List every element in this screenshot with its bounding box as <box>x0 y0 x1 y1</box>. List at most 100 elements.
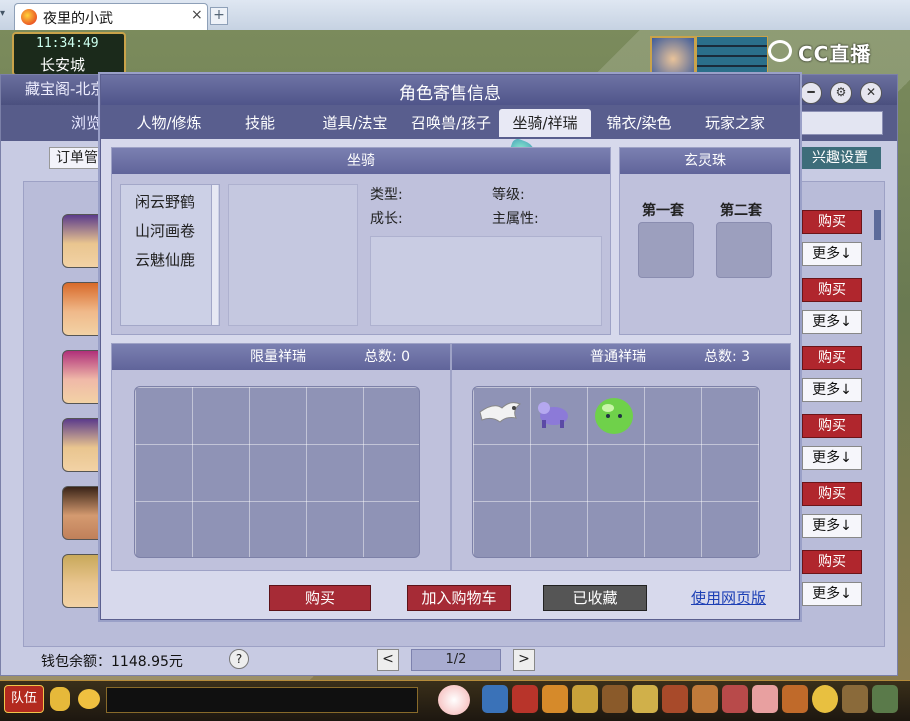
listing-avatar[interactable] <box>62 418 104 472</box>
game-taskbar: 队伍 <box>0 680 910 721</box>
wallet-balance: 钱包余额：1148.95元 <box>41 654 183 670</box>
limited-panel-title: 限量祥瑞 <box>250 349 306 365</box>
back-window-title: 藏宝阁-北京 <box>25 80 106 98</box>
pearl-panel-title: 玄灵珠 <box>620 148 790 174</box>
listing-avatar[interactable] <box>62 350 104 404</box>
game-favicon-icon <box>21 9 37 25</box>
mount-list-item[interactable]: 山河画卷 <box>135 220 195 241</box>
mount-panel-title: 坐骑 <box>112 148 610 174</box>
skill-icon[interactable] <box>542 685 568 713</box>
mount-list-scrollbar[interactable] <box>211 185 218 325</box>
listing-scrollbar[interactable] <box>874 210 881 240</box>
favorited-button[interactable]: 已收藏 <box>543 585 647 611</box>
row-buy-button[interactable]: 购买 <box>802 278 862 302</box>
mount-detail-box <box>370 236 602 326</box>
limited-total: 总数: 0 <box>364 349 411 365</box>
interest-settings-button[interactable]: 兴趣设置 <box>799 147 881 169</box>
white-crane-item[interactable] <box>476 392 524 436</box>
emoji-icon[interactable] <box>78 689 100 709</box>
normal-auspicious-panel: 普通祥瑞 总数: 3 <box>451 343 791 571</box>
dialog-header: 角色寄售信息 <box>101 75 799 105</box>
normal-total: 总数: 3 <box>704 349 751 365</box>
mount-list-item[interactable]: 闲云野鹤 <box>135 191 195 212</box>
row-buy-button[interactable]: 购买 <box>802 550 862 574</box>
settings-gear-icon[interactable]: ⚙ <box>830 82 852 104</box>
add-to-cart-button[interactable]: 加入购物车 <box>407 585 511 611</box>
listing-avatar[interactable] <box>62 282 104 336</box>
row-buy-button[interactable]: 购买 <box>802 210 862 234</box>
team-button[interactable]: 队伍 <box>4 685 44 713</box>
row-buy-button[interactable]: 购买 <box>802 346 862 370</box>
buy-button[interactable]: 购买 <box>269 585 371 611</box>
help-icon[interactable]: ? <box>229 649 249 669</box>
shop-icon[interactable] <box>782 685 808 713</box>
green-slime-item[interactable] <box>590 390 638 438</box>
pearl-set2-label: 第二套 <box>720 203 762 219</box>
next-page-button[interactable]: > <box>513 649 535 671</box>
tab-items[interactable]: 道具/法宝 <box>311 109 399 137</box>
use-web-version-link[interactable]: 使用网页版 <box>691 587 766 608</box>
browser-tab[interactable]: 夜里的小武 × <box>14 3 208 31</box>
prev-page-button[interactable]: < <box>377 649 399 671</box>
game-time: 11:34:49 <box>36 36 99 51</box>
tab-outfits[interactable]: 锦衣/染色 <box>597 109 681 137</box>
task-icon[interactable] <box>572 685 598 713</box>
smiley-icon[interactable] <box>812 685 838 713</box>
microphone-icon[interactable] <box>50 687 70 711</box>
row-more-button[interactable]: 更多↓ <box>802 242 862 266</box>
pearl-set1-slot[interactable] <box>638 222 694 278</box>
peach-icon[interactable] <box>752 685 778 713</box>
mount-level-label: 等级: <box>492 187 525 203</box>
mount-list-item[interactable]: 云魅仙鹿 <box>135 249 195 270</box>
row-more-button[interactable]: 更多↓ <box>802 310 862 334</box>
chat-input[interactable] <box>106 687 418 713</box>
dialog-tabs: 人物/修炼 技能 道具/法宝 召唤兽/孩子 坐骑/祥瑞 锦衣/染色 玩家之家 <box>101 105 799 139</box>
guild-icon[interactable] <box>632 685 658 713</box>
system-icon[interactable] <box>842 685 868 713</box>
window-close-icon[interactable]: ✕ <box>860 82 882 104</box>
row-more-button[interactable]: 更多↓ <box>802 514 862 538</box>
tab-title: 夜里的小武 <box>43 11 113 27</box>
tab-mounts[interactable]: 坐骑/祥瑞 <box>499 109 591 137</box>
row-buy-button[interactable]: 购买 <box>802 414 862 438</box>
minimize-icon[interactable]: ━ <box>800 82 822 104</box>
tab-skills[interactable]: 技能 <box>227 109 293 137</box>
listing-avatar[interactable] <box>62 554 104 608</box>
action-icon[interactable] <box>482 685 508 713</box>
player-status-bars <box>696 36 768 78</box>
limited-panel-header: 限量祥瑞 总数: 0 <box>112 344 450 370</box>
tab-close-button[interactable]: × <box>191 7 203 23</box>
tab-list-dropdown-icon[interactable]: ▾ <box>0 8 10 22</box>
listing-avatar[interactable] <box>62 214 104 268</box>
mount-panel: 坐骑 闲云野鹤 山河画卷 云魅仙鹿 类型: 等级: 成长: 主属性: <box>111 147 611 335</box>
purple-beast-item[interactable] <box>532 394 576 434</box>
row-buy-button[interactable]: 购买 <box>802 482 862 506</box>
mail-icon[interactable] <box>692 685 718 713</box>
friends-icon[interactable] <box>662 685 688 713</box>
listing-avatar[interactable] <box>62 486 104 540</box>
tab-character[interactable]: 人物/修炼 <box>121 109 217 137</box>
tab-pets[interactable]: 召唤兽/孩子 <box>403 109 499 137</box>
pet-mascot-icon[interactable] <box>438 685 470 715</box>
normal-panel-title: 普通祥瑞 <box>590 349 646 365</box>
bag-icon[interactable] <box>512 685 538 713</box>
limited-item-grid[interactable] <box>134 386 420 558</box>
mount-main-attr-label: 主属性: <box>492 211 539 227</box>
minimap-clock[interactable]: 11:34:49 长安城 <box>12 32 126 76</box>
city-name: 长安城 <box>40 56 86 74</box>
page-indicator: 1/2 <box>411 649 501 671</box>
bell-icon[interactable] <box>722 685 748 713</box>
nav-browse[interactable]: 浏览 <box>71 112 101 133</box>
mount-list: 闲云野鹤 山河画卷 云魅仙鹿 <box>120 184 220 326</box>
new-tab-button[interactable]: + <box>210 7 228 25</box>
row-more-button[interactable]: 更多↓ <box>802 582 862 606</box>
computer-icon[interactable] <box>872 685 898 713</box>
mount-type-label: 类型: <box>370 187 403 203</box>
role-sale-info-dialog: 角色寄售信息 人物/修炼 技能 道具/法宝 召唤兽/孩子 坐骑/祥瑞 锦衣/染色… <box>100 74 800 620</box>
team-icon[interactable] <box>602 685 628 713</box>
pearl-set2-slot[interactable] <box>716 222 772 278</box>
row-more-button[interactable]: 更多↓ <box>802 378 862 402</box>
row-more-button[interactable]: 更多↓ <box>802 446 862 470</box>
normal-panel-header: 普通祥瑞 总数: 3 <box>452 344 790 370</box>
tab-home[interactable]: 玩家之家 <box>693 109 777 137</box>
